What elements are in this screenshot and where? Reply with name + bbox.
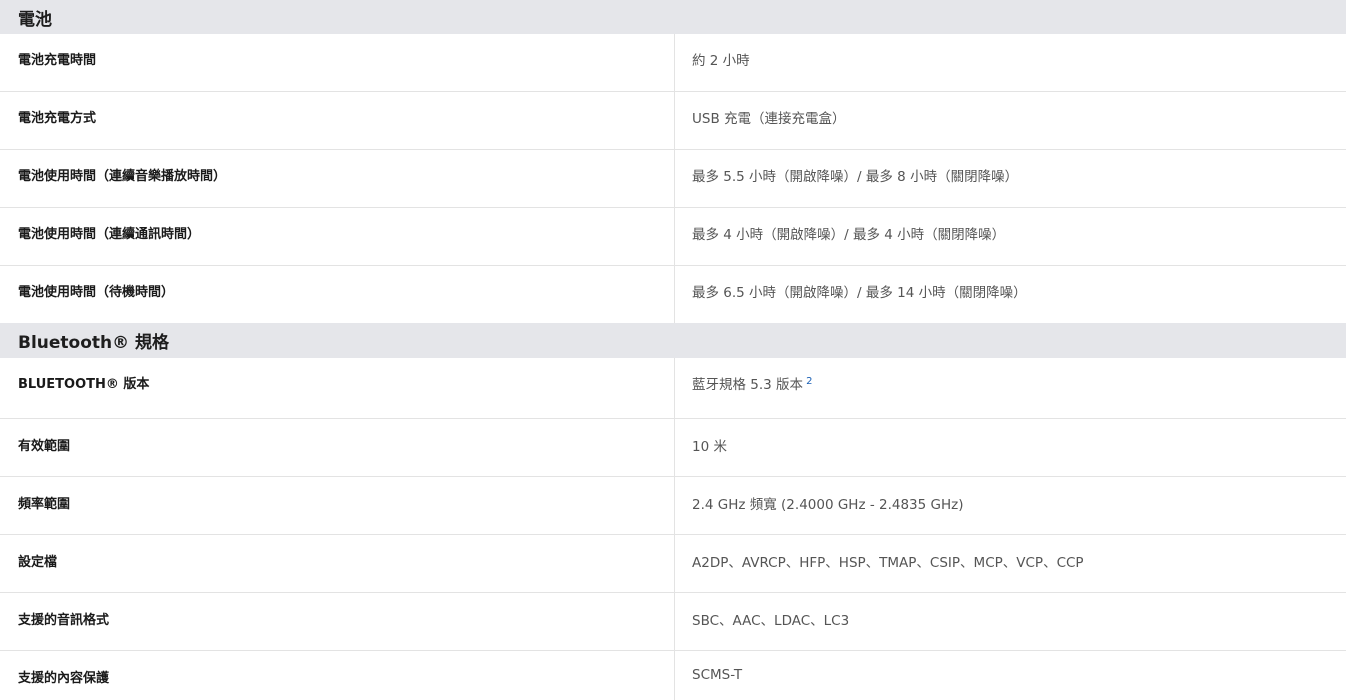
spec-label: BLUETOOTH® 版本 (0, 358, 675, 418)
spec-label: 電池使用時間（待機時間） (0, 266, 675, 323)
section-header-bluetooth: Bluetooth® 規格 (0, 323, 1346, 358)
spec-row: 設定檔 A2DP、AVRCP、HFP、HSP、TMAP、CSIP、MCP、VCP… (0, 535, 1346, 593)
spec-label: 電池使用時間（連續音樂播放時間） (0, 150, 675, 207)
spec-value: SBC、AAC、LDAC、LC3 (692, 613, 850, 629)
spec-value: 藍牙規格 5.3 版本 2 (675, 358, 1346, 418)
section-title: 電池 (18, 9, 52, 30)
spec-value: 最多 5.5 小時（開啟降噪）/ 最多 8 小時（關閉降噪） (692, 169, 1019, 185)
spec-value-text: 藍牙規格 5.3 版本 (692, 377, 804, 393)
spec-label: 設定檔 (0, 535, 675, 592)
spec-value: USB 充電（連接充電盒） (692, 111, 846, 127)
battery-spec-table: 電池充電時間 約 2 小時 電池充電方式 USB 充電（連接充電盒） 電池使用時… (0, 34, 1346, 323)
spec-label: 支援的內容保護 (0, 651, 675, 700)
spec-value: A2DP、AVRCP、HFP、HSP、TMAP、CSIP、MCP、VCP、CCP (692, 555, 1084, 571)
spec-row: 電池使用時間（連續音樂播放時間） 最多 5.5 小時（開啟降噪）/ 最多 8 小… (0, 150, 1346, 208)
spec-row: BLUETOOTH® 版本 藍牙規格 5.3 版本 2 (0, 358, 1346, 419)
spec-value: SCMS-T (692, 667, 743, 683)
spec-label: 頻率範圍 (0, 477, 675, 534)
spec-value: 10 米 (692, 439, 727, 455)
footnote-link[interactable]: 2 (806, 376, 812, 387)
spec-label: 電池充電方式 (0, 92, 675, 149)
spec-row: 電池充電方式 USB 充電（連接充電盒） (0, 92, 1346, 150)
spec-value: 最多 6.5 小時（開啟降噪）/ 最多 14 小時（關閉降噪） (692, 285, 1027, 301)
bluetooth-spec-table: BLUETOOTH® 版本 藍牙規格 5.3 版本 2 有效範圍 10 米 頻率範… (0, 358, 1346, 700)
spec-label: 支援的音訊格式 (0, 593, 675, 650)
section-title: Bluetooth® 規格 (18, 333, 170, 353)
spec-row: 電池使用時間（連續通訊時間） 最多 4 小時（開啟降噪）/ 最多 4 小時（關閉… (0, 208, 1346, 266)
spec-value: 最多 4 小時（開啟降噪）/ 最多 4 小時（關閉降噪） (692, 227, 1006, 243)
spec-value: 約 2 小時 (692, 53, 750, 69)
spec-label: 有效範圍 (0, 419, 675, 476)
spec-sheet: 電池 電池充電時間 約 2 小時 電池充電方式 USB 充電（連接充電盒） 電池… (0, 0, 1346, 700)
spec-row: 電池使用時間（待機時間） 最多 6.5 小時（開啟降噪）/ 最多 14 小時（關… (0, 266, 1346, 323)
spec-row: 頻率範圍 2.4 GHz 頻寬 (2.4000 GHz - 2.4835 GHz… (0, 477, 1346, 535)
spec-row: 支援的音訊格式 SBC、AAC、LDAC、LC3 (0, 593, 1346, 651)
spec-label: 電池使用時間（連續通訊時間） (0, 208, 675, 265)
spec-value: 2.4 GHz 頻寬 (2.4000 GHz - 2.4835 GHz) (692, 497, 964, 513)
section-header-battery: 電池 (0, 0, 1346, 34)
spec-row: 有效範圍 10 米 (0, 419, 1346, 477)
spec-row: 支援的內容保護 SCMS-T (0, 651, 1346, 700)
spec-row: 電池充電時間 約 2 小時 (0, 34, 1346, 92)
spec-label: 電池充電時間 (0, 34, 675, 91)
